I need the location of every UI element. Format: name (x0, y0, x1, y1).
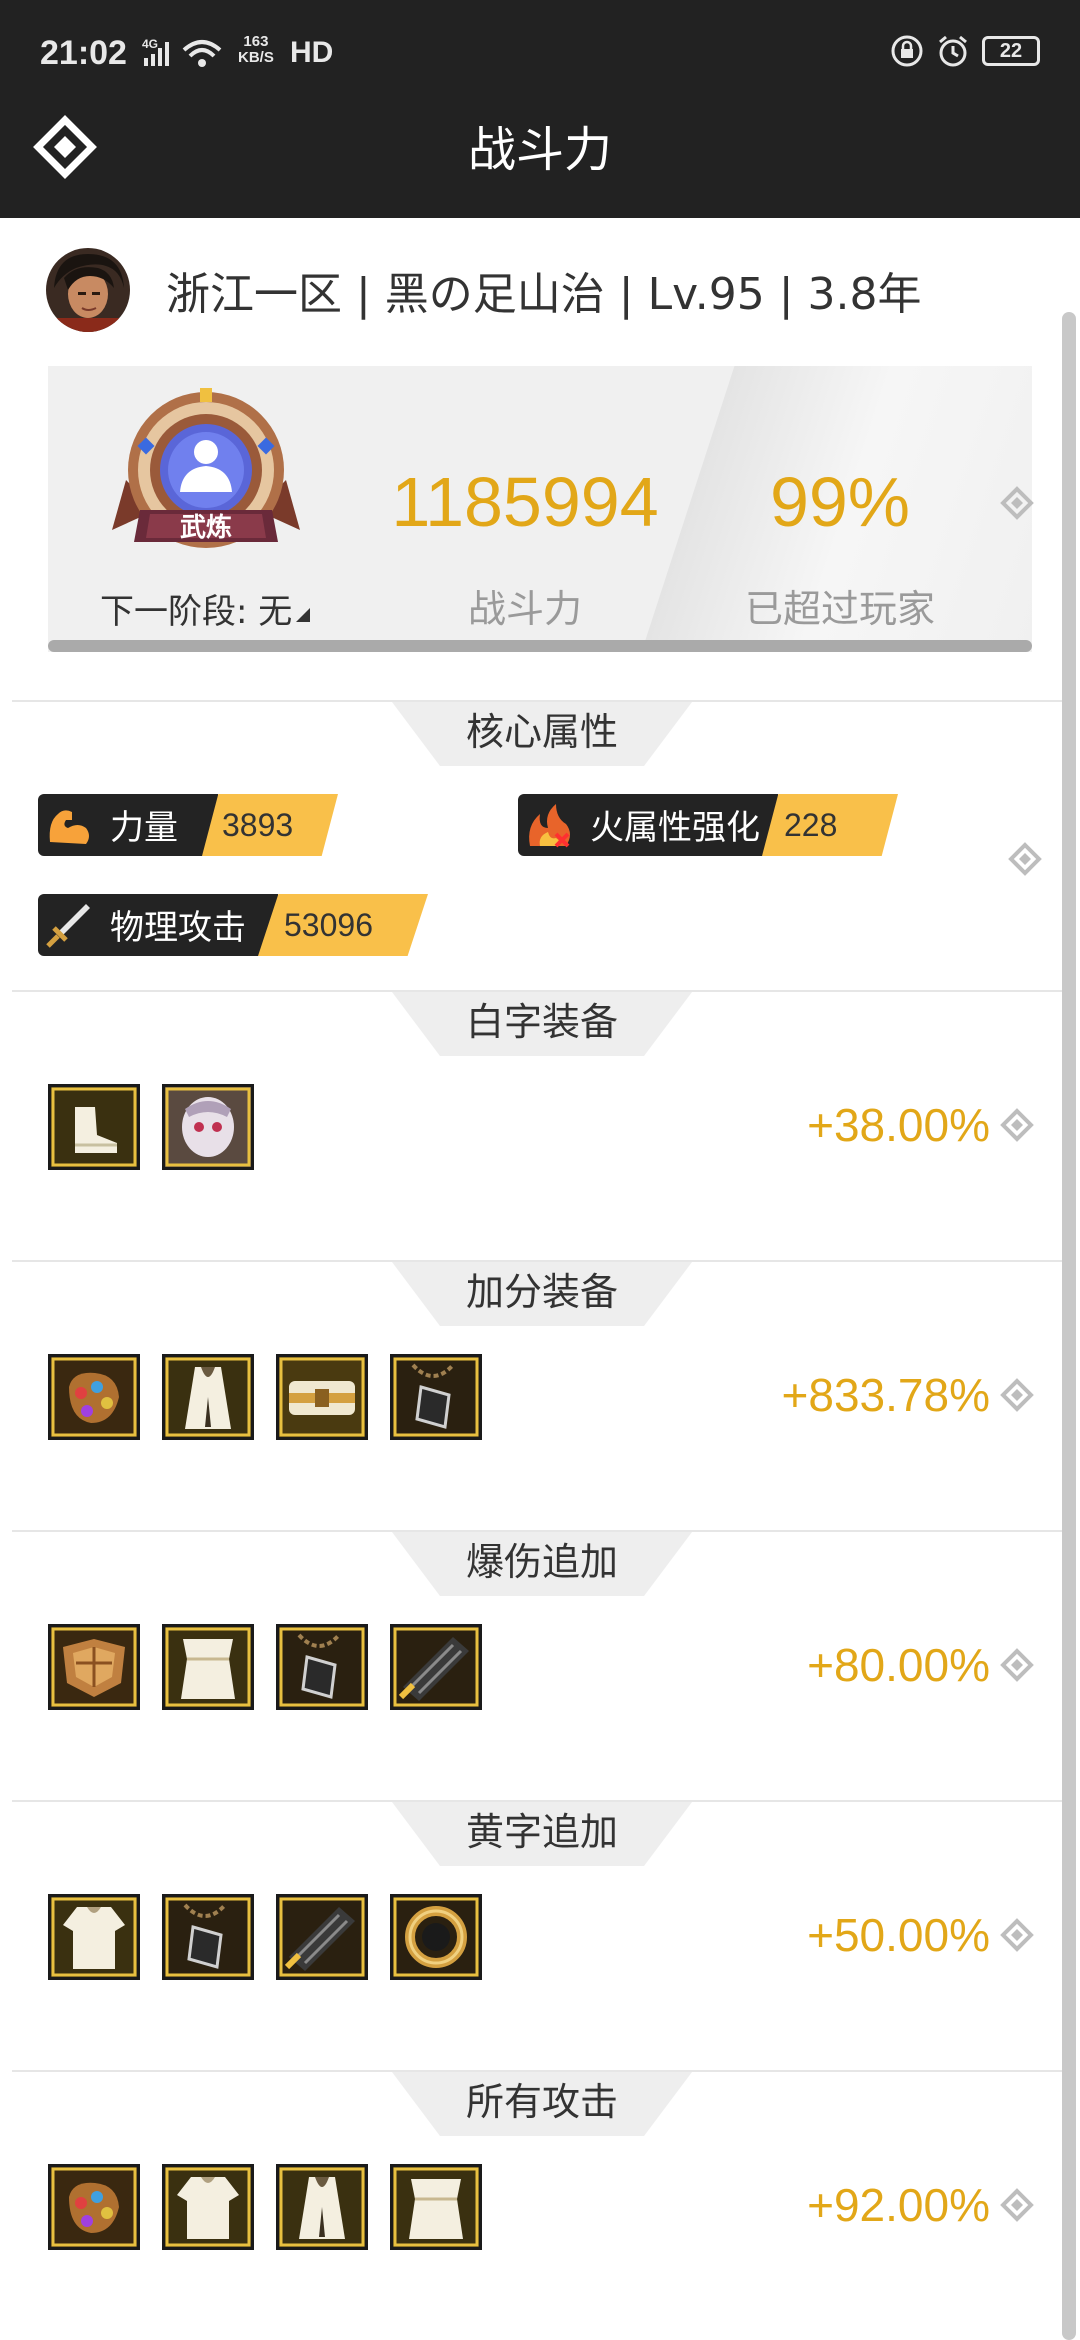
signal-icon: 4G (142, 36, 232, 72)
chevron-right-icon[interactable] (1008, 842, 1042, 876)
section-percent: +50.00% (807, 1909, 990, 1961)
attr-strength: 力量 3893 (38, 794, 338, 856)
status-bar: 21:02 4G 163 KB/S HD 22 (0, 0, 1080, 110)
equip-item[interactable] (276, 2164, 368, 2250)
section-title-white: 白字装备 (392, 992, 692, 1056)
equip-item[interactable] (48, 1354, 140, 1440)
scrollbar[interactable] (1062, 312, 1076, 2340)
attr-label: 力量 (110, 808, 178, 848)
power-label: 战斗力 (467, 587, 582, 631)
card-bottom-bar (48, 640, 1032, 652)
chevron-right-icon[interactable] (1000, 1108, 1034, 1142)
section-divider (12, 1260, 1062, 1262)
percentile-label: 已超过玩家 (744, 587, 935, 631)
profile-info: 浙江一区 | 黑の足山治 | Lv.95 | 3.8年 (166, 269, 922, 320)
muscle-icon (42, 798, 96, 852)
fire-icon (522, 798, 576, 852)
equip-item[interactable] (276, 1624, 368, 1710)
chevron-right-icon[interactable] (1000, 486, 1034, 520)
alarm-icon (939, 35, 967, 67)
equip-item[interactable] (162, 1084, 254, 1170)
equip-item[interactable] (162, 1894, 254, 1980)
chevron-right-icon[interactable] (1000, 1918, 1034, 1952)
equip-item[interactable] (162, 1354, 254, 1440)
sword-icon (42, 898, 96, 952)
dropdown-corner-icon (296, 608, 310, 622)
section-percent: +92.00% (807, 2179, 990, 2231)
network-speed: 163 KB/S (238, 34, 274, 66)
section-divider (12, 1530, 1062, 1532)
attr-value: 53096 (258, 894, 428, 956)
attr-physical-attack: 物理攻击 53096 (38, 894, 428, 956)
section-divider (12, 700, 1062, 702)
attr-fire-enhance: 火属性强化 228 (518, 794, 898, 856)
section-percent: +38.00% (807, 1099, 990, 1151)
section-title-bonus: 加分装备 (392, 1262, 692, 1326)
attr-label: 物理攻击 (110, 908, 246, 948)
chevron-right-icon[interactable] (1000, 2188, 1034, 2222)
speed-value: 163 (243, 33, 269, 50)
equip-item[interactable] (162, 2164, 254, 2250)
section-divider (12, 2070, 1062, 2072)
rank-badge[interactable]: 武炼 (106, 380, 306, 580)
avatar[interactable] (46, 248, 130, 332)
equip-item[interactable] (48, 1624, 140, 1710)
rotation-lock-icon (891, 35, 923, 67)
equip-item[interactable] (48, 2164, 140, 2250)
badge-text: 武炼 (180, 513, 232, 543)
equip-item[interactable] (162, 1624, 254, 1710)
section-percent: +80.00% (807, 1639, 990, 1691)
power-value: 1185994 (391, 463, 659, 541)
equip-item[interactable] (48, 1084, 140, 1170)
equip-item[interactable] (276, 1894, 368, 1980)
equip-item[interactable] (390, 2164, 482, 2250)
page-title: 战斗力 (467, 122, 612, 178)
section-title-crit: 爆伤追加 (392, 1532, 692, 1596)
speed-unit: KB/S (238, 49, 274, 66)
hd-indicator: HD (290, 36, 334, 69)
svg-text:4G: 4G (142, 37, 158, 51)
status-right: 22 (890, 34, 1040, 68)
section-title-yellow: 黄字追加 (392, 1802, 692, 1866)
attr-label: 火属性强化 (590, 808, 760, 848)
section-divider (12, 990, 1062, 992)
equip-item[interactable] (390, 1894, 482, 1980)
equip-item[interactable] (390, 1354, 482, 1440)
attr-value: 228 (762, 794, 898, 856)
equip-item[interactable] (276, 1354, 368, 1440)
equip-item[interactable] (390, 1624, 482, 1710)
next-stage[interactable]: 下一阶段: 无 (100, 584, 292, 633)
app-header: 21:02 4G 163 KB/S HD 22 战斗力 (0, 0, 1080, 218)
equip-item[interactable] (48, 1894, 140, 1980)
chevron-right-icon[interactable] (1000, 1378, 1034, 1412)
chevron-right-icon[interactable] (1000, 1648, 1034, 1682)
section-percent: +833.78% (781, 1369, 990, 1421)
status-time: 21:02 (40, 34, 127, 72)
section-title-core: 核心属性 (392, 702, 692, 766)
attr-value: 3893 (202, 794, 338, 856)
section-divider (12, 1800, 1062, 1802)
section-title-all-attack: 所有攻击 (392, 2072, 692, 2136)
percentile-value: 99% (769, 463, 911, 541)
battery-icon: 22 (982, 36, 1040, 66)
